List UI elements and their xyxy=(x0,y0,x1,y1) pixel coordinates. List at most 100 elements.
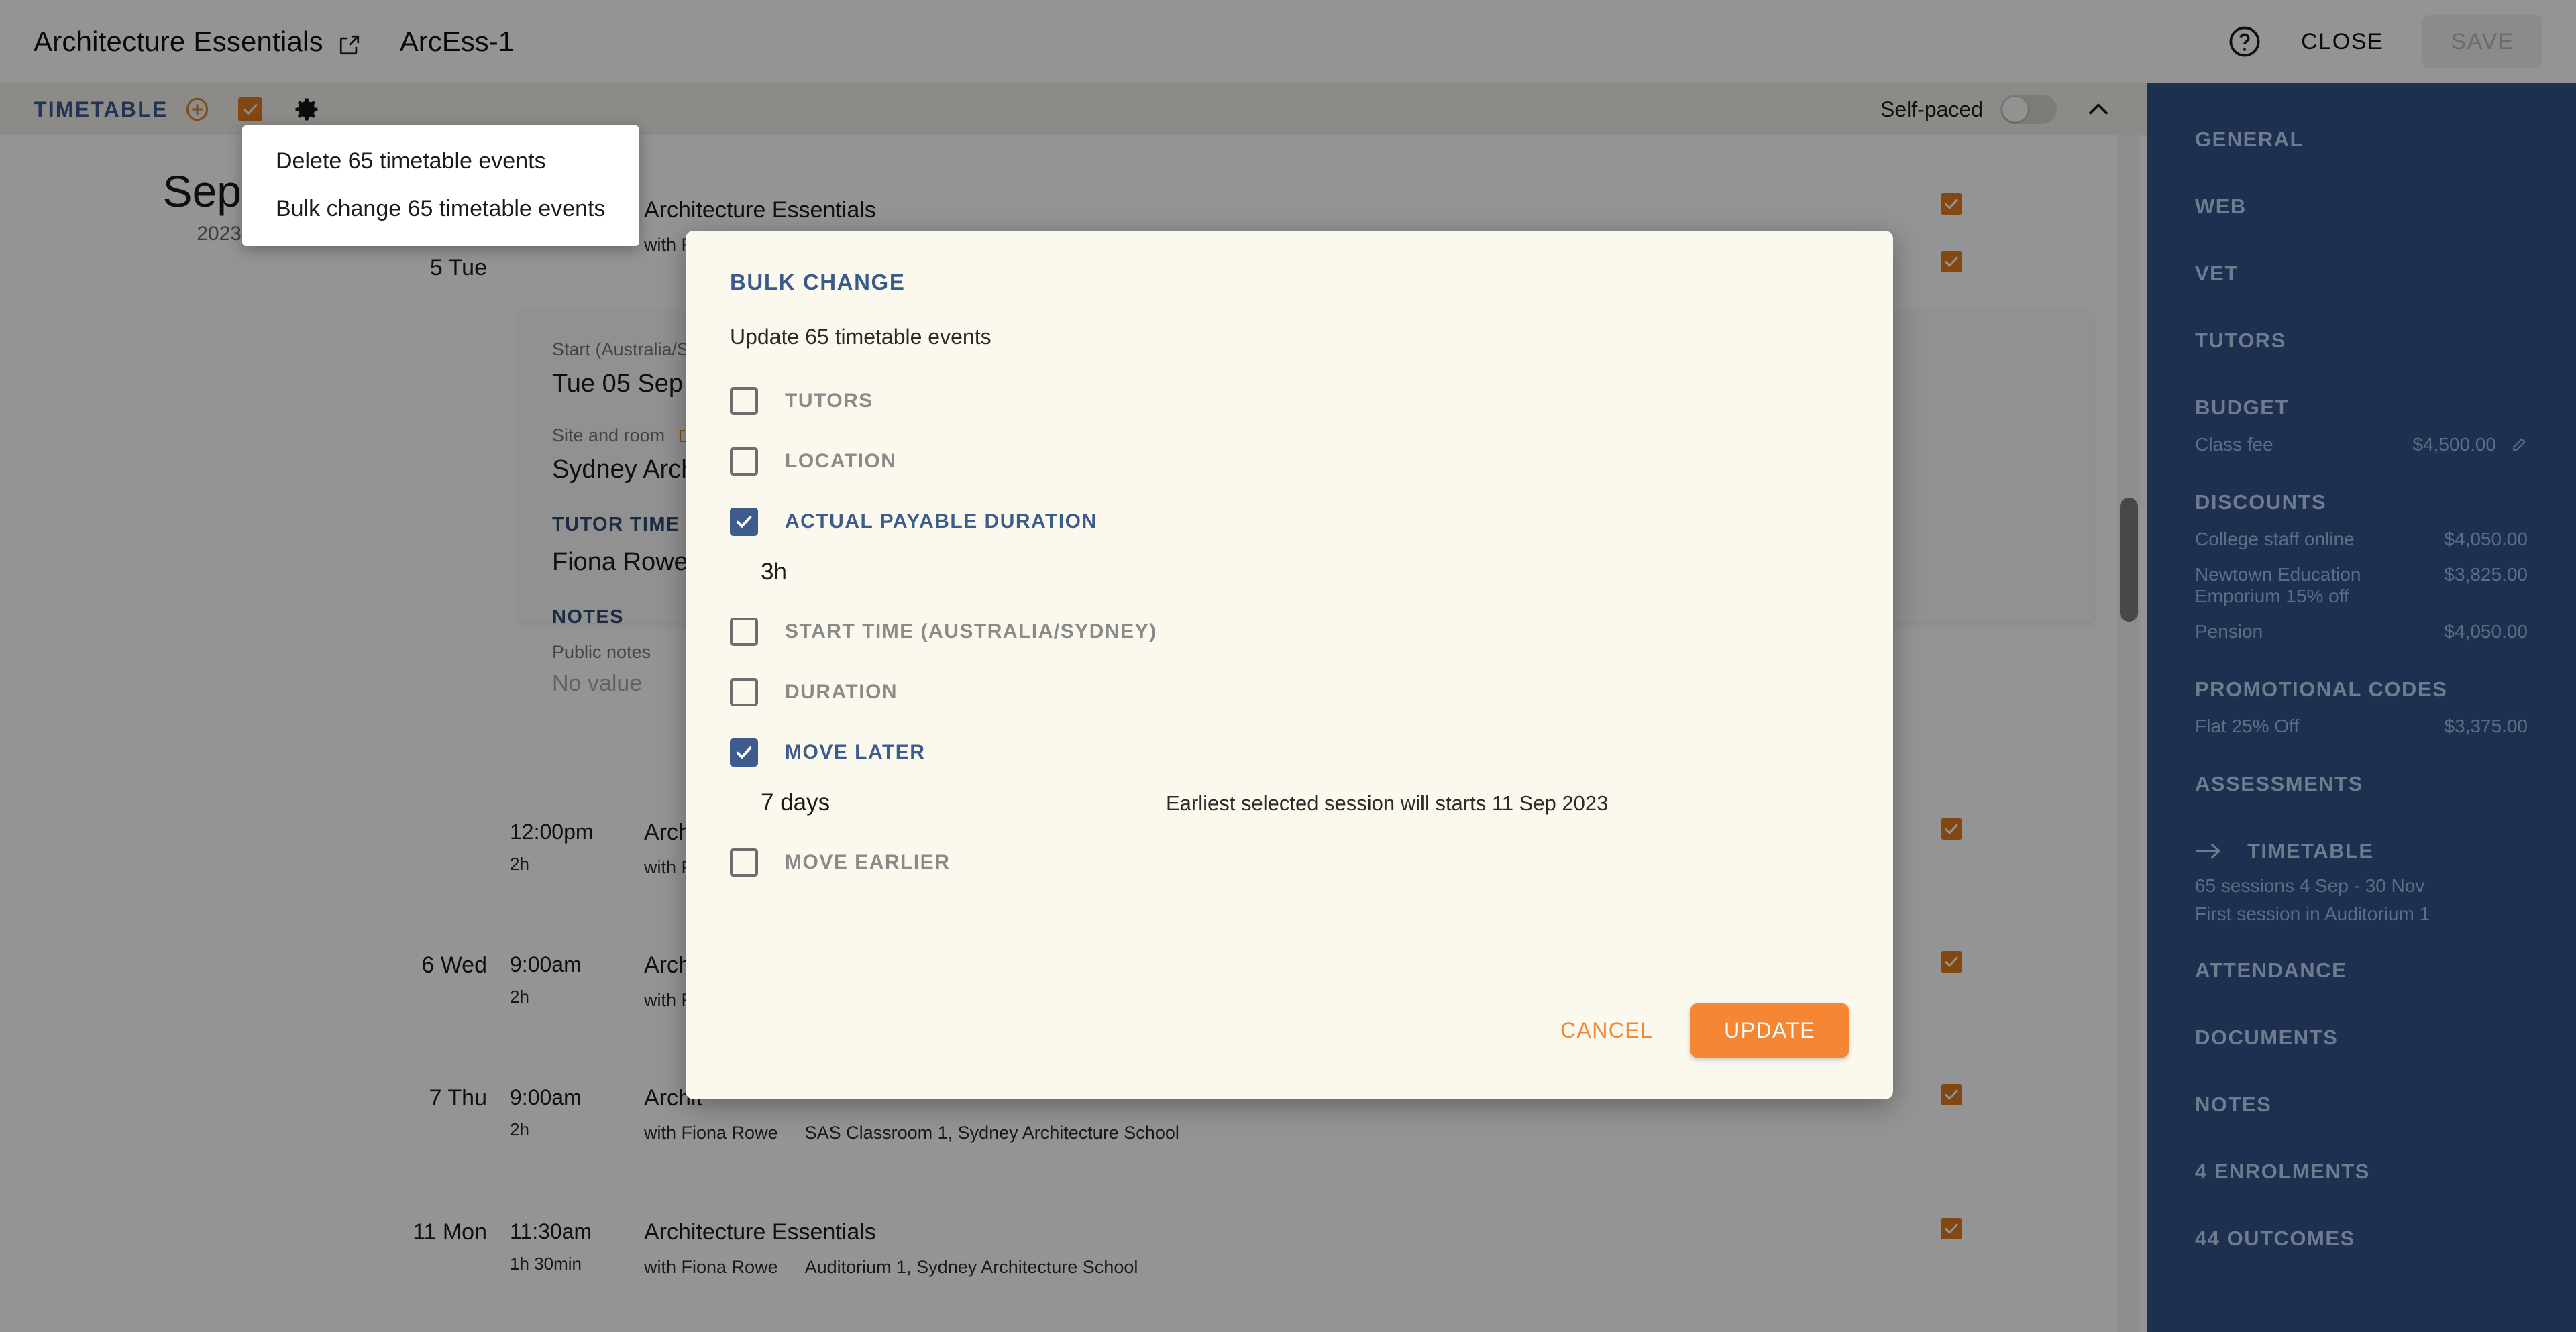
budget-class-fee-value: $4,500.00 xyxy=(2412,434,2496,455)
sidebar-heading: DISCOUNTS xyxy=(2195,490,2327,514)
option-start-time-head[interactable]: START TIME (AUSTRALIA/SYDNEY) xyxy=(730,618,1849,646)
location-checkbox[interactable] xyxy=(730,447,758,476)
discount-value: $4,050.00 xyxy=(2444,621,2528,642)
right-sidebar: GENERAL WEB VET TUTORS BUDGET Class fee … xyxy=(2147,83,2576,1332)
discount-value: $4,050.00 xyxy=(2444,529,2528,549)
promo-row[interactable]: Flat 25% Off $3,375.00 xyxy=(2195,716,2528,737)
row-checkbox[interactable] xyxy=(1941,951,1962,973)
top-bar-actions: CLOSE SAVE xyxy=(2227,15,2542,68)
option-tutors-head[interactable]: TUTORS xyxy=(730,387,1849,415)
pencil-icon[interactable] xyxy=(2511,436,2528,453)
plus-circle-icon[interactable] xyxy=(183,95,211,123)
start-time-checkbox[interactable] xyxy=(730,618,758,646)
sidebar-item-vet[interactable]: VET xyxy=(2195,262,2528,286)
actual-payable-duration-input[interactable]: 3h xyxy=(761,559,1110,586)
option-start-time: START TIME (AUSTRALIA/SYDNEY) xyxy=(730,618,1849,646)
promo-value: $3,375.00 xyxy=(2444,716,2528,736)
row-tutor: with Fiona Rowe xyxy=(644,1257,778,1277)
sidebar-heading: 4 ENROLMENTS xyxy=(2195,1160,2370,1183)
sidebar-item-web[interactable]: WEB xyxy=(2195,195,2528,219)
sidebar-item-promotional-codes[interactable]: PROMOTIONAL CODES Flat 25% Off $3,375.00 xyxy=(2195,677,2528,737)
move-later-label: MOVE LATER xyxy=(785,741,926,763)
row-title: Architecture Essentials xyxy=(644,1219,876,1245)
move-earlier-checkbox[interactable] xyxy=(730,848,758,877)
sidebar-timetable-head: TIMETABLE xyxy=(2195,839,2528,863)
timetable-toolbar-right: Self-paced xyxy=(1880,95,2113,124)
option-apd-body: 3h xyxy=(730,559,1849,586)
discount-name: Newtown Education Emporium 15% off xyxy=(2195,564,2361,606)
option-duration: DURATION xyxy=(730,678,1849,706)
discount-row[interactable]: Newtown Education Emporium 15% off $3,82… xyxy=(2195,564,2528,607)
table-row[interactable]: 11 Mon 11:30am 1h 30min Architecture Ess… xyxy=(0,1218,2147,1278)
sidebar-item-budget[interactable]: BUDGET Class fee $4,500.00 xyxy=(2195,396,2528,455)
actual-payable-duration-checkbox[interactable] xyxy=(730,508,758,536)
bulk-actions-menu: Delete 65 timetable events Bulk change 6… xyxy=(242,125,639,246)
menu-item-bulk-change-events[interactable]: Bulk change 65 timetable events xyxy=(242,185,639,233)
move-later-checkbox[interactable] xyxy=(730,738,758,767)
row-duration: 1h 30min xyxy=(510,1254,582,1274)
option-move-earlier-head[interactable]: MOVE EARLIER xyxy=(730,848,1849,877)
sidebar-item-discounts[interactable]: DISCOUNTS College staff online $4,050.00… xyxy=(2195,490,2528,643)
gear-icon[interactable] xyxy=(292,95,321,124)
cancel-button[interactable]: CANCEL xyxy=(1548,1009,1665,1052)
toggle-knob xyxy=(2002,97,2028,122)
row-checkbox[interactable] xyxy=(1941,818,1962,840)
sidebar-heading: TIMETABLE xyxy=(2247,839,2374,863)
duration-checkbox[interactable] xyxy=(730,678,758,706)
app-root: Architecture Essentials ArcEss-1 CLOSE S… xyxy=(0,0,2576,1332)
row-time: 12:00pm 2h xyxy=(510,820,644,875)
external-link-icon[interactable] xyxy=(338,34,361,56)
select-all-checkbox[interactable] xyxy=(237,97,262,121)
sidebar-heading: GENERAL xyxy=(2195,127,2304,151)
sidebar-item-timetable[interactable]: TIMETABLE 65 sessions 4 Sep - 30 Nov Fir… xyxy=(2195,839,2528,925)
sidebar-heading: TUTORS xyxy=(2195,329,2286,352)
sidebar-heading: 44 OUTCOMES xyxy=(2195,1227,2355,1250)
row-checkbox[interactable] xyxy=(1941,251,1962,272)
row-duration: 2h xyxy=(510,854,529,874)
option-move-later-head[interactable]: MOVE LATER xyxy=(730,738,1849,767)
update-button[interactable]: UPDATE xyxy=(1690,1003,1849,1058)
row-time: 9:00am 2h xyxy=(510,1085,644,1140)
row-checkbox[interactable] xyxy=(1941,1218,1962,1239)
chevron-up-icon[interactable] xyxy=(2084,95,2113,124)
sidebar-item-documents[interactable]: DOCUMENTS xyxy=(2195,1025,2528,1050)
sidebar-heading: VET xyxy=(2195,262,2239,285)
row-tutor: with Fiona Rowe xyxy=(644,1123,778,1143)
sidebar-heading: BUDGET xyxy=(2195,396,2289,419)
row-time: 9:00am 2h xyxy=(510,952,644,1007)
timetable-section-label: TIMETABLE xyxy=(34,97,168,121)
tutors-label: TUTORS xyxy=(785,390,873,412)
option-duration-head[interactable]: DURATION xyxy=(730,678,1849,706)
move-later-input[interactable]: 7 days xyxy=(761,789,1110,816)
sidebar-item-attendance[interactable]: ATTENDANCE xyxy=(2195,958,2528,983)
dialog-title: BULK CHANGE xyxy=(730,270,906,294)
discount-row[interactable]: College staff online $4,050.00 xyxy=(2195,529,2528,550)
sidebar-item-assessments[interactable]: ASSESSMENTS xyxy=(2195,772,2528,796)
option-location-head[interactable]: LOCATION xyxy=(730,447,1849,476)
help-circle-icon[interactable] xyxy=(2227,24,2262,59)
sidebar-item-tutors[interactable]: TUTORS xyxy=(2195,329,2528,353)
sidebar-item-general[interactable]: GENERAL xyxy=(2195,127,2528,152)
sidebar-item-notes[interactable]: NOTES xyxy=(2195,1093,2528,1117)
menu-item-delete-events[interactable]: Delete 65 timetable events xyxy=(242,137,639,185)
scrollbar-thumb[interactable] xyxy=(2120,498,2138,622)
sidebar-heading: WEB xyxy=(2195,195,2247,218)
budget-class-fee-row[interactable]: Class fee $4,500.00 xyxy=(2195,434,2528,455)
row-title: Architecture Essentials xyxy=(644,197,876,223)
option-move-earlier: MOVE EARLIER xyxy=(730,848,1849,877)
option-apd-head[interactable]: ACTUAL PAYABLE DURATION xyxy=(730,508,1849,536)
self-paced-toggle[interactable] xyxy=(2000,95,2057,124)
option-move-later: MOVE LATER 7 days Earliest selected sess… xyxy=(730,738,1849,816)
promo-name: Flat 25% Off xyxy=(2195,716,2300,736)
sidebar-item-enrolments[interactable]: 4 ENROLMENTS xyxy=(2195,1160,2528,1184)
save-button[interactable]: SAVE xyxy=(2422,15,2542,68)
tutors-checkbox[interactable] xyxy=(730,387,758,415)
row-checkbox[interactable] xyxy=(1941,193,1962,215)
discount-row[interactable]: Pension $4,050.00 xyxy=(2195,621,2528,643)
discount-name: College staff online xyxy=(2195,529,2355,549)
sidebar-item-outcomes[interactable]: 44 OUTCOMES xyxy=(2195,1227,2528,1251)
scrollbar-track[interactable] xyxy=(2117,135,2140,1332)
row-checkbox[interactable] xyxy=(1941,1084,1962,1105)
close-button[interactable]: CLOSE xyxy=(2292,22,2393,62)
row-location: Auditorium 1, Sydney Architecture School xyxy=(804,1257,1138,1277)
